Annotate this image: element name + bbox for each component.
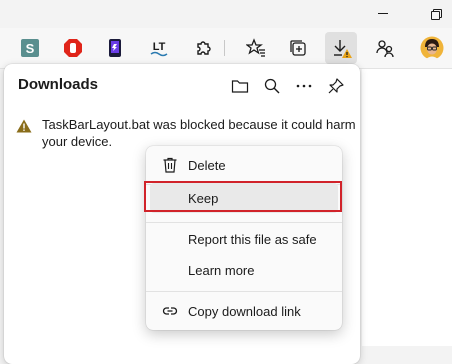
pin-button[interactable] [322, 74, 350, 98]
avatar-icon [420, 36, 444, 60]
menu-item-label: Report this file as safe [188, 232, 317, 247]
menu-divider [146, 291, 342, 292]
extensions-button[interactable] [188, 32, 220, 64]
more-options-button[interactable] [290, 74, 318, 98]
title-bar [0, 0, 452, 28]
extension-languagetool-button[interactable]: LT [143, 32, 175, 64]
keep-highlight-box [144, 181, 342, 212]
languagetool-icon: LT [150, 41, 168, 57]
menu-divider [146, 222, 342, 223]
stop-hand-icon [64, 39, 82, 57]
collections-button[interactable] [282, 32, 314, 64]
toolbar-divider [224, 40, 225, 56]
search-icon [264, 78, 280, 94]
pin-icon [328, 78, 344, 94]
restore-button[interactable] [406, 0, 452, 28]
open-folder-button[interactable] [226, 74, 254, 98]
trash-icon [163, 157, 177, 173]
profile-sync-button[interactable] [369, 32, 401, 64]
minimize-button[interactable] [360, 0, 406, 28]
menu-item-label: Learn more [188, 263, 255, 278]
avatar[interactable] [416, 32, 448, 64]
link-icon [162, 307, 178, 315]
downloads-title: Downloads [18, 76, 99, 93]
download-warning-text: TaskBarLayout.bat was blocked because it… [42, 117, 356, 149]
page-content [362, 69, 452, 346]
folder-icon [231, 80, 249, 93]
browser-toolbar: S LT [0, 28, 452, 69]
people-icon [376, 40, 394, 58]
menu-item-report-safe[interactable]: Report this file as safe [150, 224, 338, 254]
menu-item-delete[interactable]: Delete [150, 150, 338, 180]
menu-item-label: Delete [188, 158, 226, 173]
download-arrow-icon [334, 40, 352, 58]
favorites-button[interactable] [240, 32, 272, 64]
downloads-button[interactable] [325, 32, 357, 64]
extension-stop-button[interactable] [57, 32, 89, 64]
menu-item-label: Copy download link [188, 304, 301, 319]
extension-s-button[interactable]: S [14, 32, 46, 64]
extension-phone-button[interactable] [99, 32, 131, 64]
more-dots-icon [296, 84, 312, 88]
menu-item-learn-more[interactable]: Learn more [150, 255, 338, 285]
menu-item-copy-link[interactable]: Copy download link [150, 296, 338, 326]
warning-icon [16, 119, 32, 133]
phone-extension-icon [109, 39, 121, 57]
favorites-star-icon [246, 38, 265, 57]
puzzle-icon [197, 41, 211, 55]
download-context-menu: Delete Keep Report this file as safe Lea… [146, 146, 342, 330]
svg-text:S: S [26, 41, 35, 56]
s-extension-icon: S [21, 39, 39, 57]
collections-icon [290, 40, 306, 56]
svg-text:LT: LT [153, 41, 166, 53]
search-downloads-button[interactable] [258, 74, 286, 98]
